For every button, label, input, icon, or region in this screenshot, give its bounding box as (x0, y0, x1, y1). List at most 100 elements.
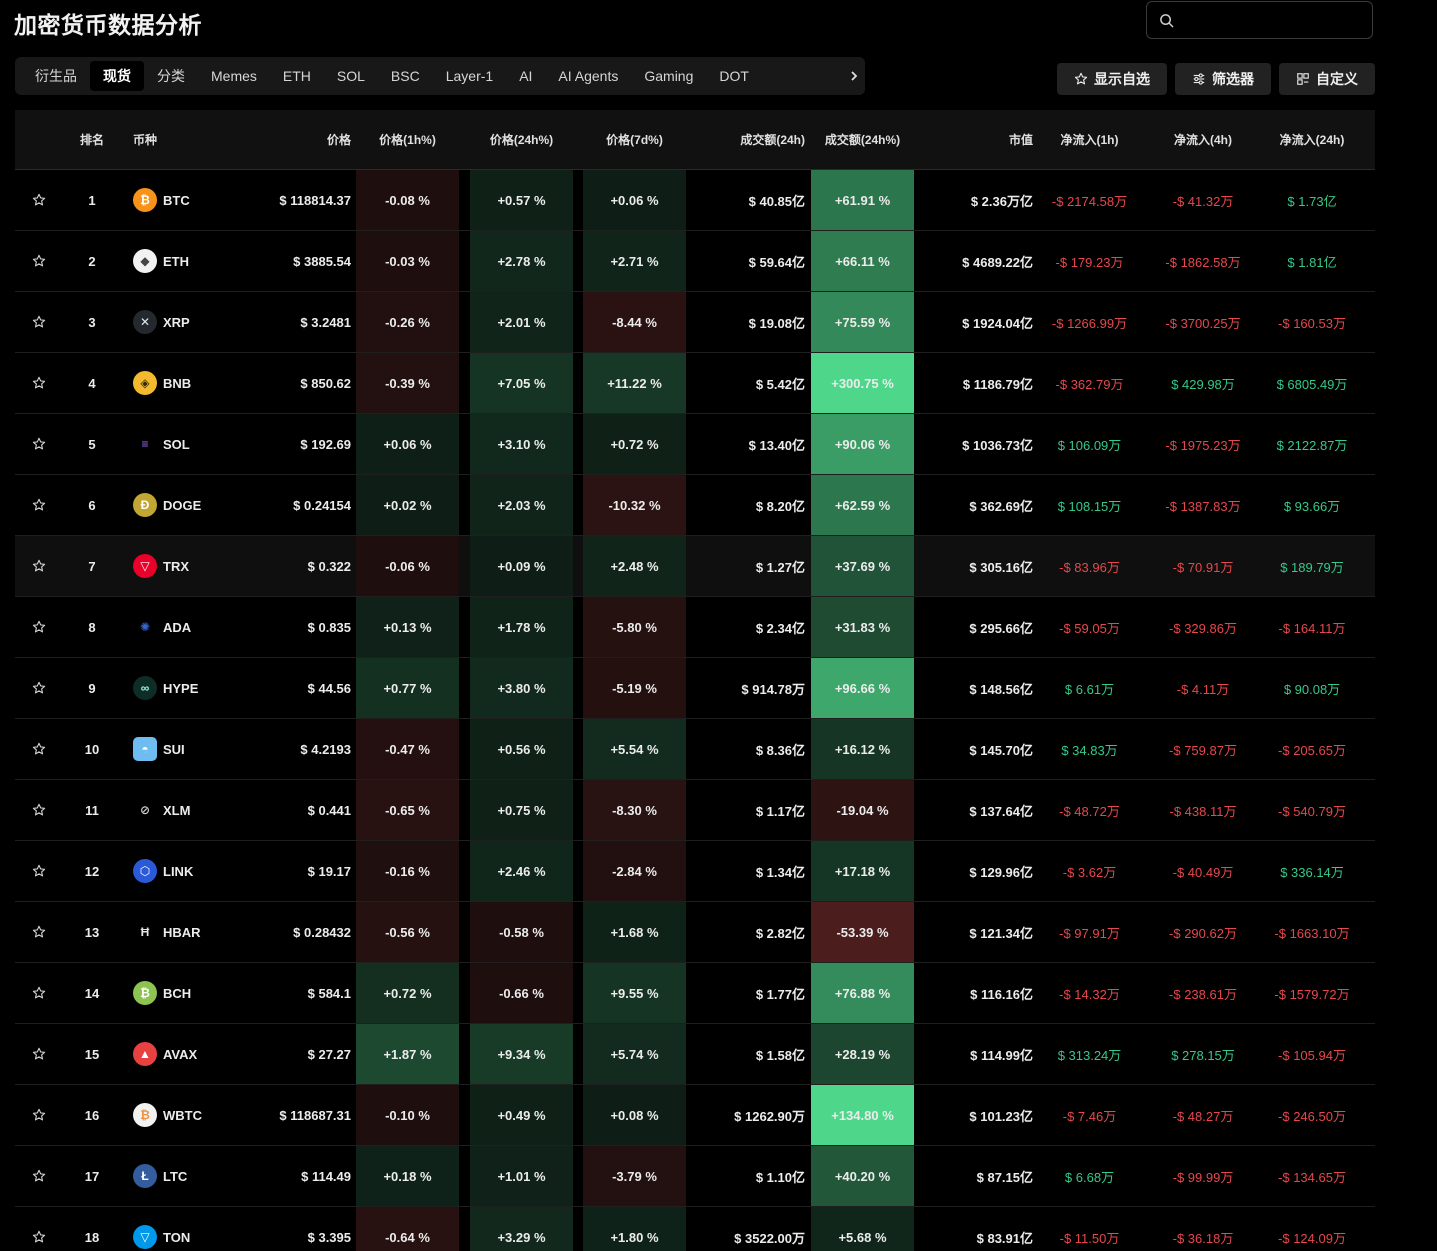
search-input[interactable] (1174, 12, 1372, 28)
table-row[interactable]: 8 ✺ ADA $ 0.835 +0.13 % +1.78 % -5.80 % $ 2.34亿… (15, 597, 1375, 658)
watchlist-star-button[interactable] (29, 902, 49, 962)
tab-3[interactable]: Memes (198, 61, 270, 91)
table-row[interactable]: 1 ₿ BTC $ 118814.37 -0.08 % +0.57 % +0.06 % $ 4… (15, 170, 1375, 231)
table-row[interactable]: 3 ✕ XRP $ 3.2481 -0.26 % +2.01 % -8.44 % $ 19.0… (15, 292, 1375, 353)
doge-icon: Ð (133, 493, 157, 517)
tab-5[interactable]: SOL (324, 61, 378, 91)
netflow-4h: -$ 3700.25万 (1165, 315, 1241, 331)
watchlist-star-button[interactable] (29, 963, 49, 1023)
watchlist-star-button[interactable] (29, 170, 49, 230)
tab-0[interactable]: 衍生品 (22, 61, 90, 91)
table-row[interactable]: 17 Ł LTC $ 114.49 +0.18 % +1.01 % -3.79 % $ 1.1… (15, 1146, 1375, 1207)
market-cap: $ 83.91亿 (976, 1230, 1033, 1246)
volume-24h: $ 1.10亿 (755, 1169, 805, 1185)
star-icon (32, 925, 46, 938)
netflow-1h: -$ 1266.99万 (1051, 315, 1128, 331)
price-change-1h: -0.65 % (356, 780, 459, 840)
col-rank[interactable]: 排名 (75, 110, 109, 169)
col-price-7d[interactable]: 价格(7d%) (583, 110, 686, 169)
watchlist-star-button[interactable] (29, 1207, 49, 1251)
netflow-1h: $ 108.15万 (1057, 498, 1122, 514)
table-row[interactable]: 9 ∞ HYPE $ 44.56 +0.77 % +3.80 % -5.19 % $ 914.… (15, 658, 1375, 719)
watchlist-star-button[interactable] (29, 780, 49, 840)
table-row[interactable]: 7 ▽ TRX $ 0.322 -0.06 % +0.09 % +2.48 % $ 1.27亿… (15, 536, 1375, 597)
col-netflow-24h[interactable]: 净流入(24h) (1259, 110, 1365, 169)
tab-11[interactable]: DOT (706, 61, 762, 91)
link-icon: ⬡ (133, 859, 157, 883)
search-box[interactable] (1146, 1, 1373, 39)
col-market-cap[interactable]: 市值 (920, 110, 1033, 169)
table-row[interactable]: 14 ₿ BCH $ 584.1 +0.72 % -0.66 % +9.55 % $ 1.77… (15, 963, 1375, 1024)
watchlist-star-button[interactable] (29, 414, 49, 474)
price: $ 3.395 (307, 1229, 351, 1245)
coin-symbol: BNB (163, 375, 192, 391)
watchlist-star-button[interactable] (29, 1085, 49, 1145)
table-row[interactable]: 13 Ħ HBAR $ 0.28432 -0.56 % -0.58 % +1.68 % $ 2… (15, 902, 1375, 963)
star-icon (32, 254, 46, 267)
col-netflow-4h[interactable]: 净流入(4h) (1148, 110, 1258, 169)
price: $ 584.1 (307, 985, 351, 1001)
price-change-24h: +2.01 % (470, 292, 573, 352)
tab-6[interactable]: BSC (378, 61, 433, 91)
table-row[interactable]: 16 ₿ WBTC $ 118687.31 -0.10 % +0.49 % +0.08 % $… (15, 1085, 1375, 1146)
table-row[interactable]: 15 ▲ AVAX $ 27.27 +1.87 % +9.34 % +5.74 % $ 1.5… (15, 1024, 1375, 1085)
table-row[interactable]: 12 ⬡ LINK $ 19.17 -0.16 % +2.46 % -2.84 % $ 1.3… (15, 841, 1375, 902)
market-cap: $ 4689.22亿 (962, 254, 1033, 270)
price-change-24h: +3.10 % (470, 414, 573, 474)
tab-8[interactable]: AI (506, 61, 545, 91)
price-change-7d: -10.32 % (583, 475, 686, 535)
watchlist-star-button[interactable] (29, 719, 49, 779)
price-change-24h: +0.56 % (470, 719, 573, 779)
col-volume-24h[interactable]: 成交额(24h) (690, 110, 805, 169)
netflow-4h: -$ 1975.23万 (1165, 437, 1241, 453)
col-price-1h[interactable]: 价格(1h%) (356, 110, 459, 169)
watchlist-star-button[interactable] (29, 658, 49, 718)
watchlist-star-button[interactable] (29, 353, 49, 413)
tab-4[interactable]: ETH (270, 61, 324, 91)
volume-change-24h: +76.88 % (811, 963, 914, 1023)
netflow-24h: $ 90.08万 (1283, 681, 1341, 697)
table-row[interactable]: 11 ⊘ XLM $ 0.441 -0.65 % +0.75 % -8.30 % $ 1.17… (15, 780, 1375, 841)
star-icon (32, 559, 46, 572)
table-row[interactable]: 18 ▽ TON $ 3.395 -0.64 % +3.29 % +1.80 % $ 3522… (15, 1207, 1375, 1251)
table-row[interactable]: 6 Ð DOGE $ 0.24154 +0.02 % +2.03 % -10.32 % $ 8… (15, 475, 1375, 536)
tab-2[interactable]: 分类 (144, 61, 198, 91)
volume-change-24h: +5.68 % (811, 1207, 914, 1251)
tabs-next-button[interactable] (843, 57, 865, 95)
table-row[interactable]: 2 ◆ ETH $ 3885.54 -0.03 % +2.78 % +2.71 % $ 59.… (15, 231, 1375, 292)
market-cap: $ 1186.79亿 (962, 376, 1033, 392)
show-watchlist-button[interactable]: 显示自选 (1057, 63, 1167, 95)
col-price-24h[interactable]: 价格(24h%) (470, 110, 573, 169)
col-netflow-1h[interactable]: 净流入(1h) (1037, 110, 1142, 169)
star-icon (32, 315, 46, 328)
watchlist-star-button[interactable] (29, 231, 49, 291)
customize-button[interactable]: 自定义 (1279, 63, 1375, 95)
tab-1[interactable]: 现货 (90, 61, 144, 91)
tab-9[interactable]: AI Agents (545, 61, 631, 91)
grid-icon (1297, 73, 1309, 85)
col-price[interactable]: 价格 (230, 110, 351, 169)
netflow-24h: -$ 1663.10万 (1274, 925, 1350, 941)
star-icon (32, 437, 46, 450)
table-row[interactable]: 5 ≡ SOL $ 192.69 +0.06 % +3.10 % +0.72 % $ 13.4… (15, 414, 1375, 475)
coin-symbol: XLM (163, 802, 191, 818)
watchlist-star-button[interactable] (29, 475, 49, 535)
watchlist-star-button[interactable] (29, 597, 49, 657)
table-row[interactable]: 4 ◈ BNB $ 850.62 -0.39 % +7.05 % +11.22 % $ 5.4… (15, 353, 1375, 414)
market-cap: $ 305.16亿 (969, 559, 1033, 575)
watchlist-star-button[interactable] (29, 292, 49, 352)
filter-button[interactable]: 筛选器 (1175, 63, 1271, 95)
customize-label: 自定义 (1316, 71, 1358, 87)
watchlist-star-button[interactable] (29, 841, 49, 901)
watchlist-star-button[interactable] (29, 1146, 49, 1206)
market-cap: $ 116.16亿 (970, 986, 1033, 1002)
rank: 12 (84, 863, 100, 879)
table-row[interactable]: 10 ◓ SUI $ 4.2193 -0.47 % +0.56 % +5.54 % $ 8.3… (15, 719, 1375, 780)
price-change-24h: +2.78 % (470, 231, 573, 291)
watchlist-star-button[interactable] (29, 536, 49, 596)
watchlist-star-button[interactable] (29, 1024, 49, 1084)
col-volume-change-24h[interactable]: 成交额(24h%) (811, 110, 914, 169)
tab-10[interactable]: Gaming (631, 61, 706, 91)
price-change-24h: +1.78 % (470, 597, 573, 657)
tab-7[interactable]: Layer-1 (433, 61, 506, 91)
